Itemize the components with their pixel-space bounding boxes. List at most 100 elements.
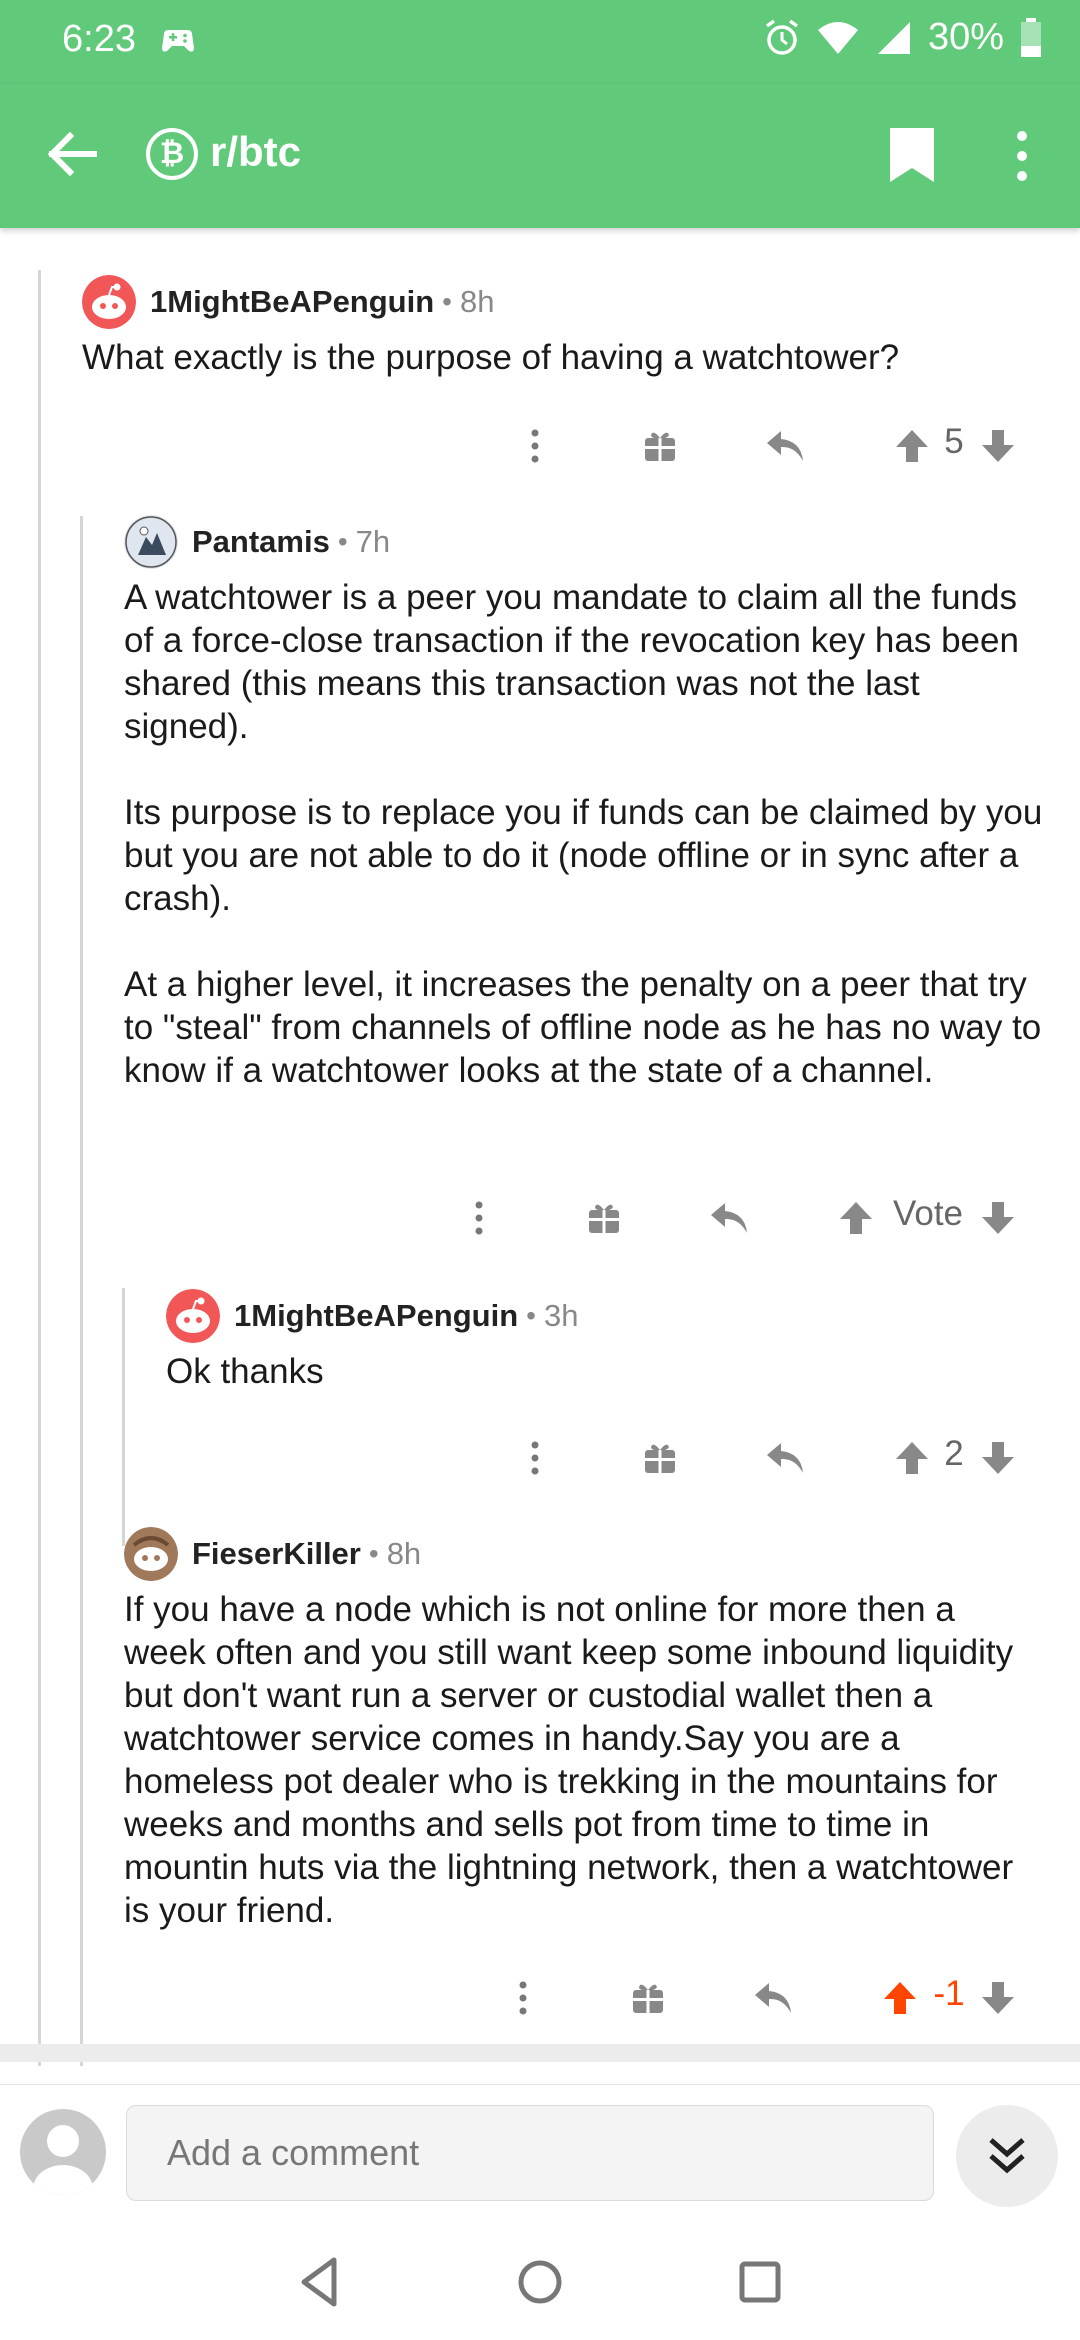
reply-button[interactable]	[750, 1968, 796, 2028]
app-bar: ₿ r/btc	[0, 84, 1080, 228]
alarm-icon	[765, 19, 798, 55]
comment-author[interactable]: 1MightBeAPenguin	[234, 1298, 518, 1334]
game-controller-icon	[162, 30, 194, 52]
gift-icon	[589, 1204, 619, 1233]
comment-actions: 2	[500, 1428, 1060, 1488]
comment-author[interactable]: Pantamis	[192, 524, 330, 560]
user-silhouette-icon	[33, 2125, 93, 2195]
score: 5	[944, 422, 964, 461]
separator-dot: •	[442, 286, 452, 317]
more-options-button[interactable]	[508, 1968, 538, 2028]
upvote-arrow-icon	[884, 1982, 916, 2014]
comment-header: FieserKiller • 8h	[124, 1526, 1044, 1582]
downvote-button[interactable]	[978, 416, 1018, 476]
double-chevron-down-icon	[989, 2138, 1025, 2174]
upvote-arrow-icon	[896, 430, 928, 462]
battery-percent: 30%	[927, 16, 1004, 58]
status-icons: 30%	[764, 16, 1042, 59]
comment-paragraph: A watchtower is a peer you mandate to cl…	[124, 578, 1019, 746]
reply-icon	[755, 1983, 791, 2013]
user-avatar-icon[interactable]	[124, 515, 178, 569]
comment: Pantamis • 7h A watchtower is a peer you…	[124, 514, 1044, 1092]
subreddit-name[interactable]: r/btc	[210, 128, 301, 176]
upvote-button[interactable]	[880, 1968, 920, 2028]
system-nav-bar	[0, 2224, 1080, 2340]
separator-dot: •	[368, 1538, 379, 1569]
comment-body: A watchtower is a peer you mandate to cl…	[124, 576, 1044, 1092]
more-options-button[interactable]	[464, 1188, 494, 1248]
comment: FieserKiller • 8h If you have a node whi…	[124, 1526, 1044, 1932]
downvote-button[interactable]	[978, 1968, 1018, 2028]
snoo-avatar-icon[interactable]	[124, 1527, 178, 1581]
comment-composer: Add a comment	[0, 2084, 1080, 2224]
collapse-all-button[interactable]	[956, 2105, 1058, 2207]
back-arrow-icon[interactable]	[44, 126, 100, 182]
upvote-button[interactable]	[836, 1188, 876, 1248]
gift-icon	[633, 1984, 663, 2013]
thread-line-depth-1[interactable]	[38, 270, 41, 2066]
comment-header: 1MightBeAPenguin • 8h	[82, 274, 1042, 330]
more-options-button[interactable]	[520, 416, 550, 476]
add-comment-input[interactable]: Add a comment	[126, 2105, 934, 2201]
comment-author[interactable]: FieserKiller	[192, 1536, 361, 1572]
reply-button[interactable]	[762, 1428, 808, 1488]
comment-actions: Vote	[460, 1188, 1060, 1248]
comment: 1MightBeAPenguin • 8h What exactly is th…	[82, 274, 1042, 379]
bookmark-icon[interactable]	[888, 126, 936, 184]
downvote-arrow-icon	[982, 430, 1014, 462]
comment-body: If you have a node which is not online f…	[124, 1588, 1044, 1932]
more-options-button[interactable]	[520, 1428, 550, 1488]
bitcoin-icon: ₿	[146, 128, 198, 180]
upvote-button[interactable]	[892, 1428, 932, 1488]
score: -1	[933, 1974, 965, 2013]
upvote-arrow-icon	[840, 1202, 872, 1234]
comment-actions: 5	[500, 416, 1060, 476]
wifi-icon	[817, 21, 858, 54]
nav-home-icon[interactable]	[510, 2252, 570, 2312]
snoo-avatar-icon[interactable]	[82, 275, 136, 329]
comment-author[interactable]: 1MightBeAPenguin	[150, 284, 434, 320]
upvote-button[interactable]	[892, 416, 932, 476]
more-vert-icon[interactable]	[1010, 128, 1034, 184]
comment-paragraph: If you have a node which is not online f…	[124, 1590, 1014, 1930]
separator-dot: •	[337, 526, 348, 557]
downvote-button[interactable]	[978, 1188, 1018, 1248]
comment-body: Ok thanks	[166, 1350, 1046, 1393]
thread-line-depth-3[interactable]	[122, 1288, 125, 1546]
reply-button[interactable]	[706, 1188, 752, 1248]
battery-icon	[1021, 17, 1041, 57]
award-button[interactable]	[628, 1968, 668, 2028]
more-vert-icon	[475, 1201, 483, 1235]
nav-recents-icon[interactable]	[730, 2252, 790, 2312]
current-user-avatar[interactable]	[20, 2109, 106, 2195]
comment-thread: 1MightBeAPenguin • 8h What exactly is th…	[0, 228, 1080, 2066]
gift-icon	[645, 432, 675, 461]
comment-body: What exactly is the purpose of having a …	[82, 336, 1042, 379]
status-bar: 6:23 30%	[0, 0, 1080, 84]
downvote-button[interactable]	[978, 1428, 1018, 1488]
status-time: 6:23	[62, 18, 136, 60]
comment-actions: -1	[490, 1968, 1060, 2028]
separator-dot: •	[526, 1300, 536, 1331]
downvote-arrow-icon	[982, 1442, 1014, 1474]
comment-header: 1MightBeAPenguin • 3h	[166, 1288, 1046, 1344]
upvote-arrow-icon	[896, 1442, 928, 1474]
reply-button[interactable]	[762, 416, 808, 476]
more-vert-icon	[531, 1441, 539, 1475]
comment-header: Pantamis • 7h	[124, 514, 1044, 570]
section-divider	[0, 2044, 1080, 2062]
comment-age: 7h	[355, 524, 391, 559]
award-button[interactable]	[640, 416, 680, 476]
thread-line-depth-2[interactable]	[80, 516, 83, 2066]
reply-icon	[711, 1203, 747, 1233]
award-button[interactable]	[584, 1188, 624, 1248]
downvote-arrow-icon	[982, 1202, 1014, 1234]
more-vert-icon	[531, 429, 539, 463]
award-button[interactable]	[640, 1428, 680, 1488]
comment-paragraph: What exactly is the purpose of having a …	[82, 338, 900, 377]
reply-icon	[767, 1443, 803, 1473]
more-vert-icon	[519, 1981, 527, 2015]
score: 2	[944, 1434, 964, 1473]
snoo-avatar-icon[interactable]	[166, 1289, 220, 1343]
nav-back-icon[interactable]	[290, 2252, 350, 2312]
